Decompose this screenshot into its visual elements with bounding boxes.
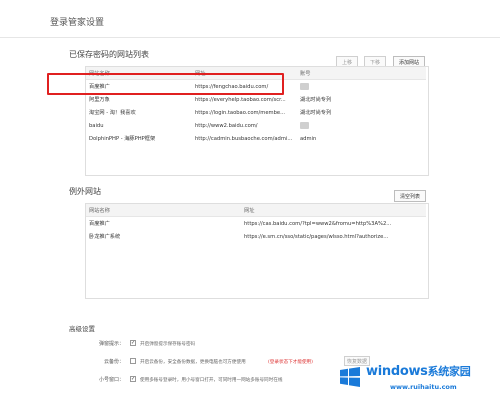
site-name: DolphinPHP - 海豚PHP框架 [89,136,156,142]
table-row[interactable]: baidu http://www2.baidu.com/ [86,119,426,132]
watermark-title-en: windows [366,364,428,379]
exception-sites-title: 例外网站 [69,187,101,196]
site-account: 湖北时尚专列 [300,97,332,103]
title-divider [0,37,500,38]
cloud-backup-text: 开启云备份，安全备份数据，更换电脑也可方便使用 [140,360,246,365]
popup-prompt-checkbox[interactable]: ✓ [130,340,136,346]
cloud-backup-checkbox[interactable] [130,358,136,364]
page-title: 登录管家设置 [50,18,105,28]
advanced-settings-title: 高级设置 [69,325,95,333]
highlight-box [47,73,284,95]
windows-logo-icon [340,367,360,387]
table-row[interactable]: 卧龙推广系统 https://e.sm.cn/sso/static/pages/… [86,230,426,243]
small-window-checkbox[interactable]: ✓ [130,376,136,382]
site-account: admin [300,135,317,142]
popup-prompt-text: 开启弹窗提示保存账号密码 [140,342,196,347]
watermark-url: www.ruihaitu.com [390,383,457,391]
column-header-account: 账号 [297,67,426,80]
small-window-text: 使用多账号登录时，用小号窗口打开，可同时用一网站多账号同时在线 [140,378,283,383]
column-header-site-name: 网站名称 [86,204,241,217]
blurred-account [300,83,309,90]
saved-sites-title: 已保存密码的网站列表 [69,50,149,59]
site-name: baidu [89,122,104,129]
watermark: windows系统家园 www.ruihaitu.com [338,362,494,396]
site-url: https://e.sm.cn/sso/static/pages/wlsso.h… [244,233,389,240]
site-url: http://www2.baidu.com/ [195,122,258,129]
popup-prompt-label: 弹窗提示： [98,341,124,347]
blurred-account [300,122,309,129]
site-name: 淘宝网 - 淘！我喜欢 [89,110,136,116]
site-account [297,80,426,94]
column-header-url: 网址 [241,204,426,217]
site-url: https://cas.baidu.com/?tpl=www2&fromu=ht… [244,220,392,227]
site-name: 百度推广 [89,221,110,227]
table-row[interactable]: 百度推广 https://cas.baidu.com/?tpl=www2&fro… [86,217,426,231]
small-window-label: 小号窗口： [98,377,124,383]
watermark-title-cn: 系统家园 [427,365,471,378]
cloud-backup-warning: (登录状态下才能使用) [268,360,313,365]
site-account: 湖北时尚专列 [300,110,332,116]
cloud-backup-label: 云备份： [103,359,124,365]
watermark-title: windows系统家园 [366,363,471,379]
site-account [297,119,426,132]
exception-sites-table: 网站名称 网址 百度推广 https://cas.baidu.com/?tpl=… [86,204,426,243]
clear-list-button[interactable]: 清空列表 [394,190,426,202]
site-url: http://cadmin.busbaoche.com/admi... [195,135,293,142]
table-row[interactable]: 淘宝网 - 淘！我喜欢 https://login.taobao.com/mem… [86,106,426,119]
site-url: https://login.taobao.com/membe... [195,109,286,116]
table-row[interactable]: DolphinPHP - 海豚PHP框架 http://cadmin.busba… [86,132,426,145]
site-name: 卧龙推广系统 [89,234,121,240]
